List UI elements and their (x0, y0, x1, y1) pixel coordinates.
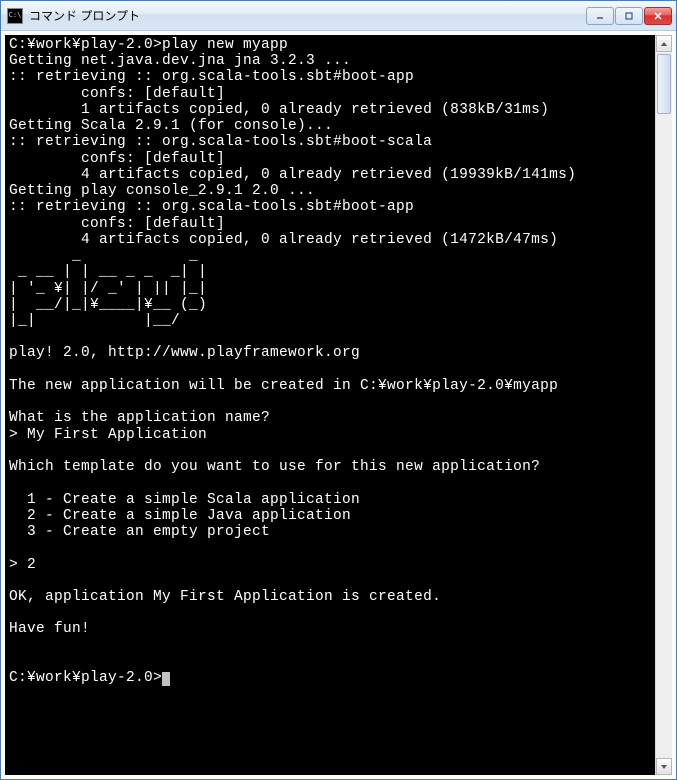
window-title: コマンド プロンプト (29, 7, 586, 24)
client-area: C:¥work¥play-2.0>play new myapp Getting … (1, 31, 676, 779)
window-controls (586, 7, 672, 25)
app-icon (7, 8, 23, 24)
terminal-window: コマンド プロンプト C:¥work¥play-2.0>play new mya… (0, 0, 677, 780)
console-text: C:¥work¥play-2.0>play new myapp Getting … (9, 37, 576, 686)
close-button[interactable] (644, 7, 672, 25)
titlebar[interactable]: コマンド プロンプト (1, 1, 676, 31)
cursor (162, 672, 170, 686)
scrollbar-thumb[interactable] (657, 54, 671, 114)
maximize-button[interactable] (615, 7, 643, 25)
console-output[interactable]: C:¥work¥play-2.0>play new myapp Getting … (5, 35, 655, 775)
scroll-up-button[interactable] (656, 35, 672, 52)
scroll-down-button[interactable] (656, 758, 672, 775)
vertical-scrollbar[interactable] (655, 35, 672, 775)
minimize-button[interactable] (586, 7, 614, 25)
scrollbar-track[interactable] (656, 52, 672, 758)
